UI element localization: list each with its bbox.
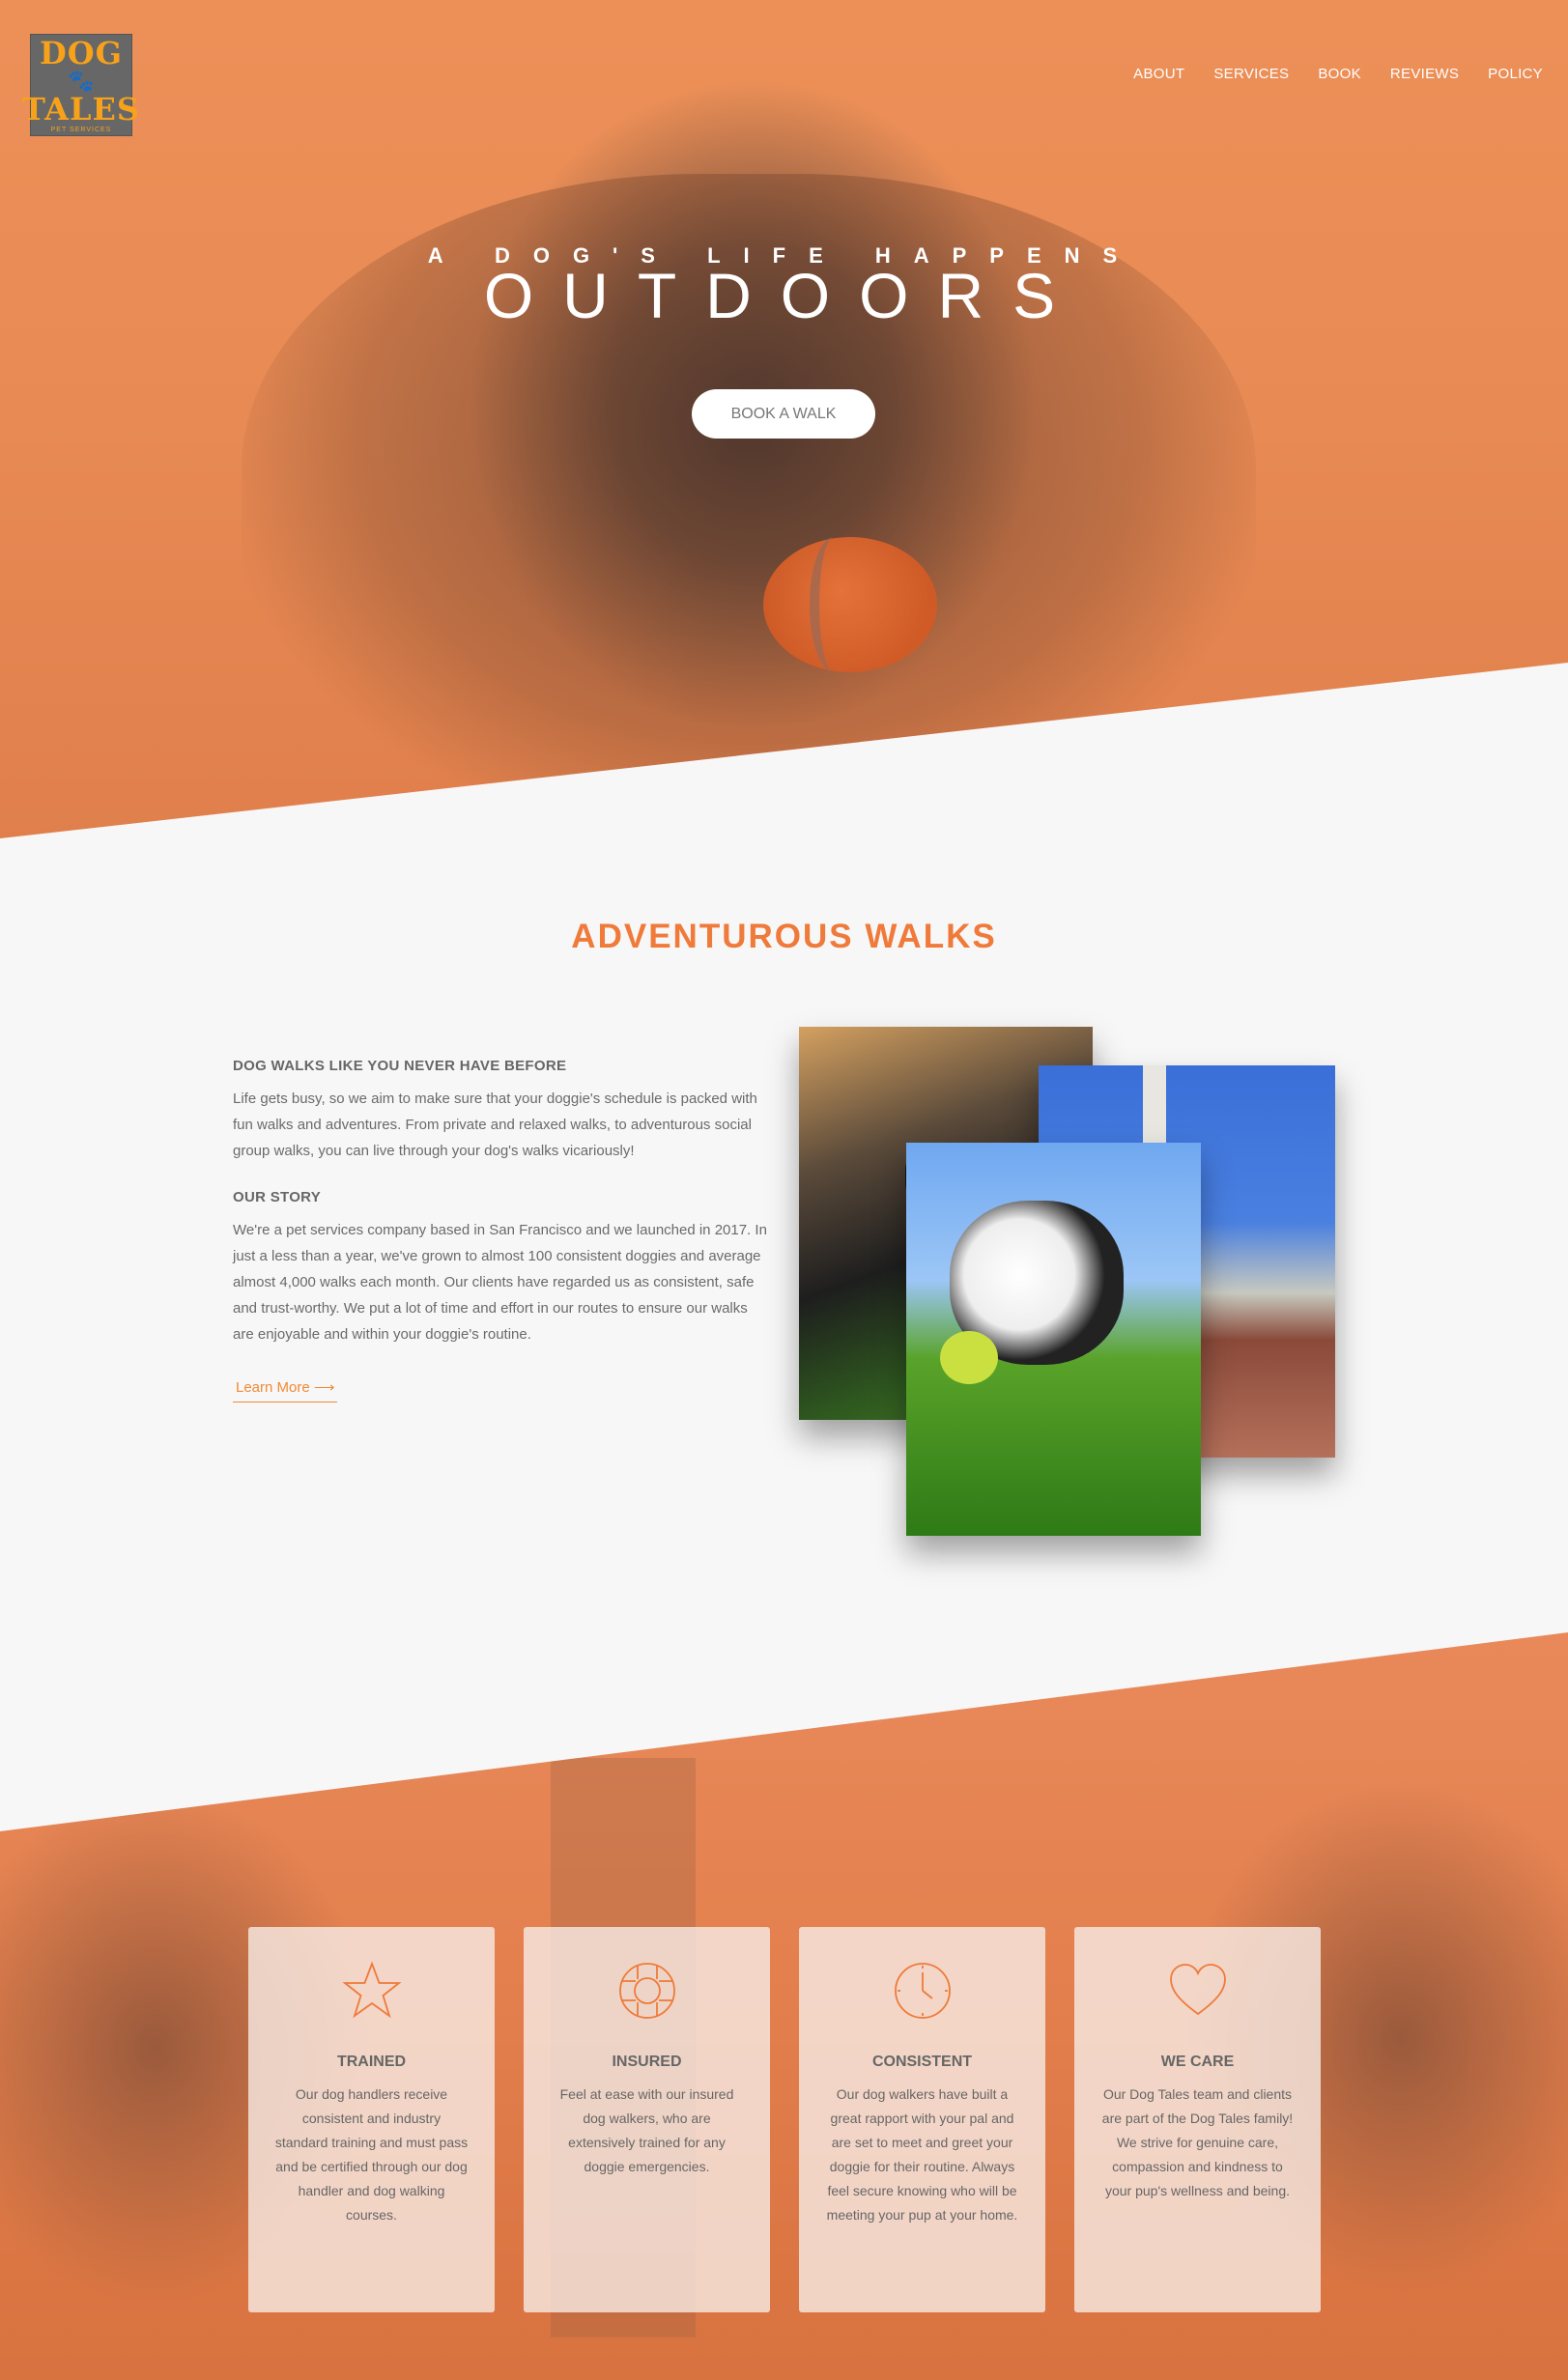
logo-text-dog: DOG <box>40 34 123 71</box>
about-heading-story: OUR STORY <box>233 1189 322 1205</box>
features-background <box>0 1632 1568 2380</box>
logo-subtext: PET SERVICES <box>50 126 112 133</box>
feature-title: INSURED <box>612 2054 682 2070</box>
clock-icon <box>894 1963 951 2019</box>
hero-headline: OUTDOORS <box>483 260 1085 331</box>
nav-policy[interactable]: POLICY <box>1488 66 1543 82</box>
feature-title: WE CARE <box>1160 2054 1235 2070</box>
main-nav: ABOUT SERVICES BOOK REVIEWS POLICY <box>1133 66 1543 82</box>
nav-book[interactable]: BOOK <box>1318 66 1361 82</box>
about-paragraph-story: We're a pet services company based in Sa… <box>233 1222 767 1343</box>
book-a-walk-button[interactable]: BOOK A WALK <box>692 389 875 439</box>
section-title: ADVENTUROUS WALKS <box>571 918 997 955</box>
feature-text: Our Dog Tales team and clients are part … <box>1101 2086 1294 2198</box>
about-paragraph-walks: Life gets busy, so we aim to make sure t… <box>233 1091 757 1159</box>
learn-more-link[interactable]: Learn More ⟶ <box>233 1378 338 1402</box>
hero-ball-image <box>763 537 937 672</box>
photo-french-bulldog <box>906 1143 1201 1536</box>
feature-title: CONSISTENT <box>871 2054 973 2070</box>
about-text-block: DOG WALKS LIKE YOU NEVER HAVE BEFORE Lif… <box>233 1058 769 1402</box>
feature-card-we-care: WE CARE Our Dog Tales team and clients a… <box>1074 1927 1321 2312</box>
paw-icon: 🐾 <box>68 68 95 93</box>
logo-text-tales: TALES <box>22 90 140 128</box>
feature-card-trained: TRAINED Our dog handlers receive consist… <box>248 1927 495 2312</box>
feature-text: Our dog handlers receive consistent and … <box>274 2086 469 2223</box>
nav-reviews[interactable]: REVIEWS <box>1390 66 1459 82</box>
feature-card-consistent: CONSISTENT Our dog walkers have built a … <box>799 1927 1045 2312</box>
feature-text: Our dog walkers have built a great rappo… <box>826 2086 1018 2223</box>
feature-title: TRAINED <box>336 2054 407 2070</box>
star-icon <box>341 1961 402 2019</box>
logo[interactable]: DOG 🐾 TALES PET SERVICES <box>22 34 139 136</box>
nav-about[interactable]: ABOUT <box>1133 66 1184 82</box>
heart-icon <box>1169 1964 1226 2016</box>
lifebuoy-icon <box>618 1963 675 2019</box>
nav-services[interactable]: SERVICES <box>1213 66 1289 82</box>
feature-text: Feel at ease with our insured dog walker… <box>559 2086 734 2174</box>
feature-card-insured: INSURED Feel at ease with our insured do… <box>524 1927 770 2312</box>
about-heading-walks: DOG WALKS LIKE YOU NEVER HAVE BEFORE <box>233 1058 567 1074</box>
